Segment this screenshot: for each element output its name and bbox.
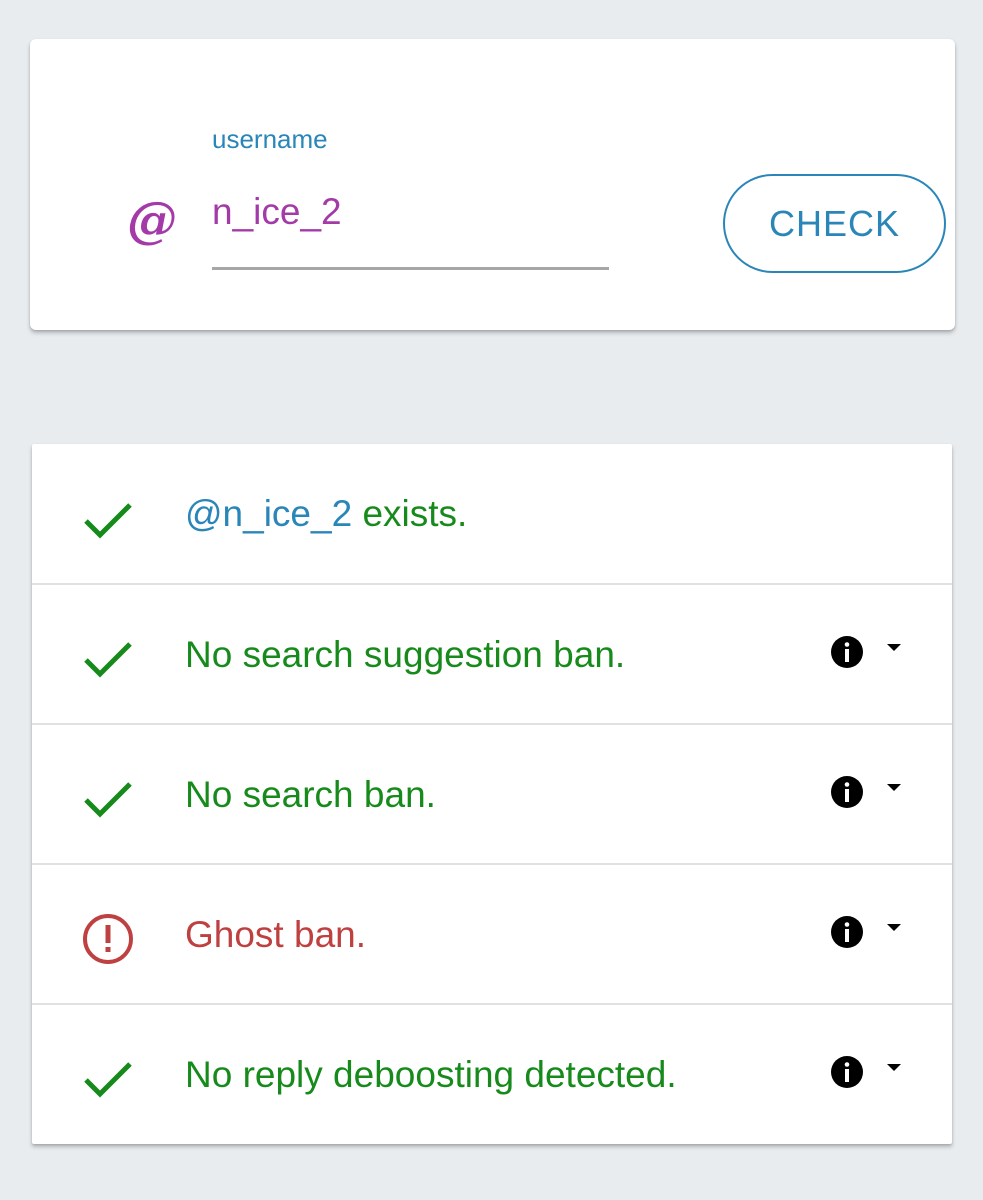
result-text: Ghost ban.	[185, 914, 367, 955]
result-row-reply-deboosting[interactable]: No reply deboosting detected.	[32, 1003, 952, 1143]
username-input-underline	[212, 267, 609, 270]
info-icon[interactable]	[829, 1054, 865, 1090]
check-button[interactable]: CHECK	[723, 174, 946, 273]
exists-suffix: exists.	[352, 493, 468, 534]
username-handle: @n_ice_2	[185, 493, 353, 534]
username-search-card: @ username CHECK	[30, 39, 955, 330]
check-icon	[84, 1062, 132, 1098]
caret-down-icon[interactable]	[884, 1058, 904, 1078]
result-text: No search ban.	[185, 774, 436, 815]
results-card: @n_ice_2 exists. No search suggestion ba…	[32, 444, 952, 1144]
caret-down-icon[interactable]	[884, 918, 904, 938]
info-icon[interactable]	[829, 634, 865, 670]
result-row-ghost-ban[interactable]: Ghost ban.	[32, 863, 952, 1003]
caret-down-icon[interactable]	[884, 778, 904, 798]
result-exists-text: @n_ice_2 exists.	[185, 492, 467, 536]
username-input[interactable]	[212, 185, 608, 239]
result-text: No reply deboosting detected.	[185, 1054, 677, 1095]
check-icon	[84, 782, 132, 818]
info-icon[interactable]	[829, 774, 865, 810]
info-icon[interactable]	[829, 914, 865, 950]
at-sign-icon: @	[127, 190, 177, 249]
check-icon	[84, 642, 132, 678]
result-text: No search suggestion ban.	[185, 634, 626, 675]
result-row-search-suggestion-ban[interactable]: No search suggestion ban.	[32, 583, 952, 723]
caret-down-icon[interactable]	[884, 638, 904, 658]
result-row-search-ban[interactable]: No search ban.	[32, 723, 952, 863]
username-label: username	[212, 124, 328, 154]
error-circle-icon	[83, 914, 133, 964]
result-row-exists: @n_ice_2 exists.	[32, 444, 952, 584]
check-icon	[84, 503, 132, 539]
